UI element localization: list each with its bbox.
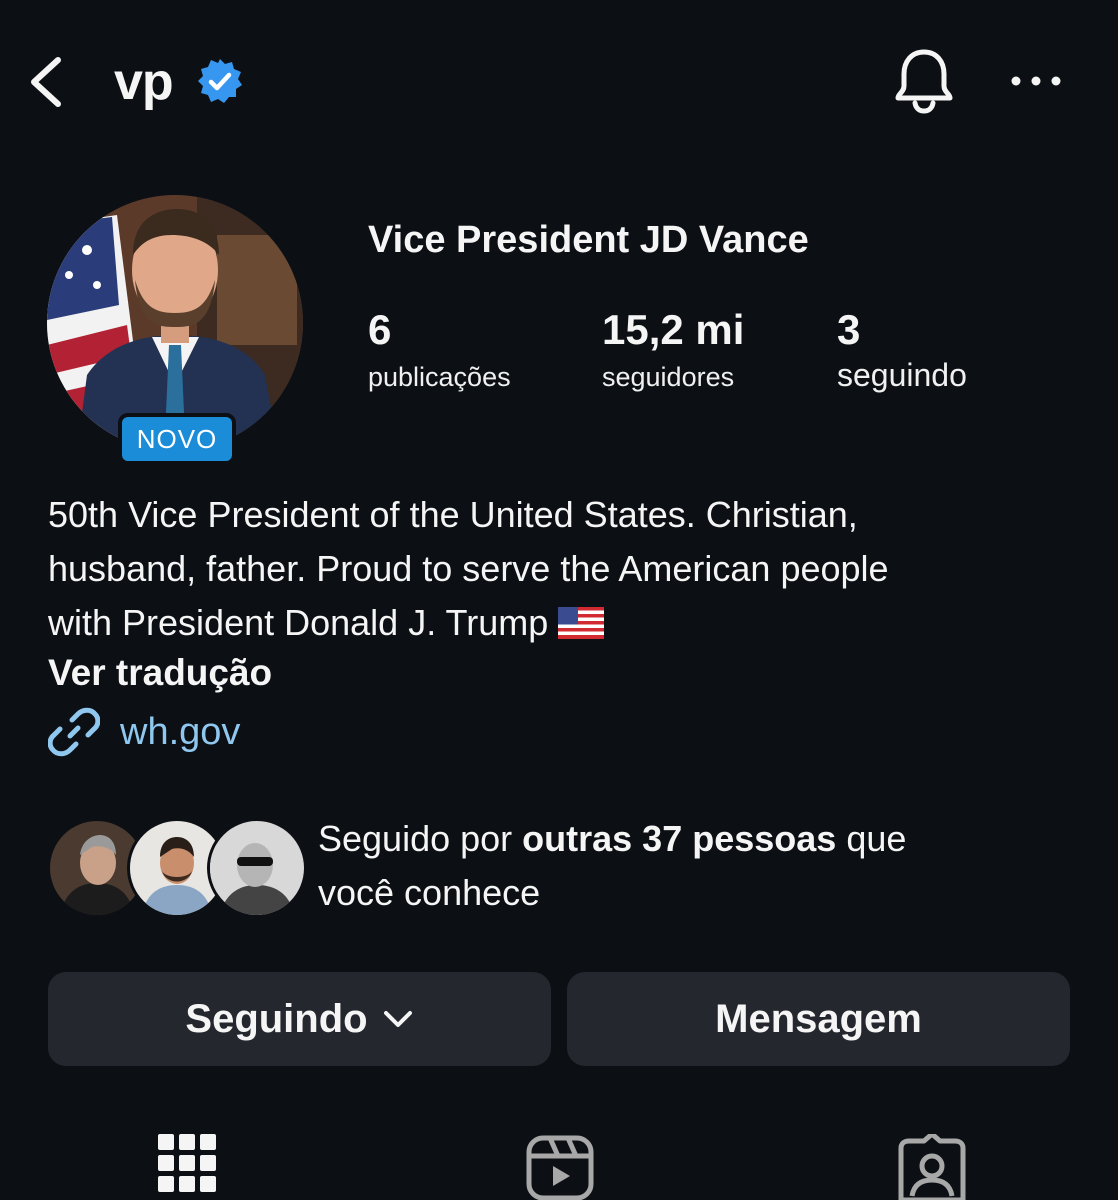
followed-by-text[interactable]: Seguido por outras 37 pessoas que você c… <box>318 812 1078 920</box>
us-flag-icon <box>558 607 605 639</box>
stat-following[interactable]: 3 seguindo <box>837 306 967 392</box>
stat-following-value: 3 <box>837 306 861 353</box>
mutual-followers-avatars[interactable] <box>47 818 307 918</box>
bio-line: 50th Vice President of the United States… <box>48 494 858 535</box>
chevron-down-icon <box>383 1011 412 1027</box>
tagged-icon[interactable] <box>898 1134 966 1200</box>
following-button[interactable]: Seguindo <box>48 972 551 1066</box>
profile-handle: vp <box>114 53 174 111</box>
verified-icon <box>198 59 242 103</box>
followed-by-count: outras 37 pessoas <box>522 818 837 859</box>
new-badge: NOVO <box>118 413 236 465</box>
following-button-label: Seguindo <box>185 996 368 1041</box>
bio-line-text: with President Donald J. Trump <box>48 602 549 643</box>
followed-by-suffix: que <box>836 818 907 859</box>
bio-line: with President Donald J. Trump <box>48 596 1088 650</box>
more-icon[interactable] <box>1008 68 1064 94</box>
stat-followers-label: seguidores <box>602 362 735 392</box>
stat-followers-value: 15,2 mi <box>602 306 745 353</box>
followed-by-prefix: Seguido por <box>318 818 523 859</box>
bio: 50th Vice President of the United States… <box>48 488 1088 650</box>
translate-link[interactable]: Ver tradução <box>48 648 272 698</box>
profile-page: vp NOVO Vice President JD Vance 6 public… <box>0 0 1118 1200</box>
followed-by-line2: você conhece <box>318 872 541 913</box>
website-link-text: wh.gov <box>120 711 241 753</box>
link-icon <box>48 707 100 757</box>
profile-full-name: Vice President JD Vance <box>368 219 809 261</box>
reels-icon[interactable] <box>526 1134 594 1200</box>
back-icon[interactable] <box>24 52 68 112</box>
grid-icon[interactable] <box>158 1134 216 1200</box>
stat-following-label: seguindo <box>837 357 967 393</box>
stat-followers[interactable]: 15,2 mi seguidores <box>602 306 744 394</box>
message-button[interactable]: Mensagem <box>567 972 1070 1066</box>
bio-line: husband, father. Proud to serve the Amer… <box>48 548 889 589</box>
stat-posts-label: publicações <box>368 362 511 392</box>
website-link[interactable]: wh.gov <box>48 706 240 758</box>
stat-posts[interactable]: 6 publicações <box>368 306 511 394</box>
avatar <box>207 818 307 918</box>
stat-posts-value: 6 <box>368 306 392 353</box>
bell-icon[interactable] <box>890 46 958 114</box>
